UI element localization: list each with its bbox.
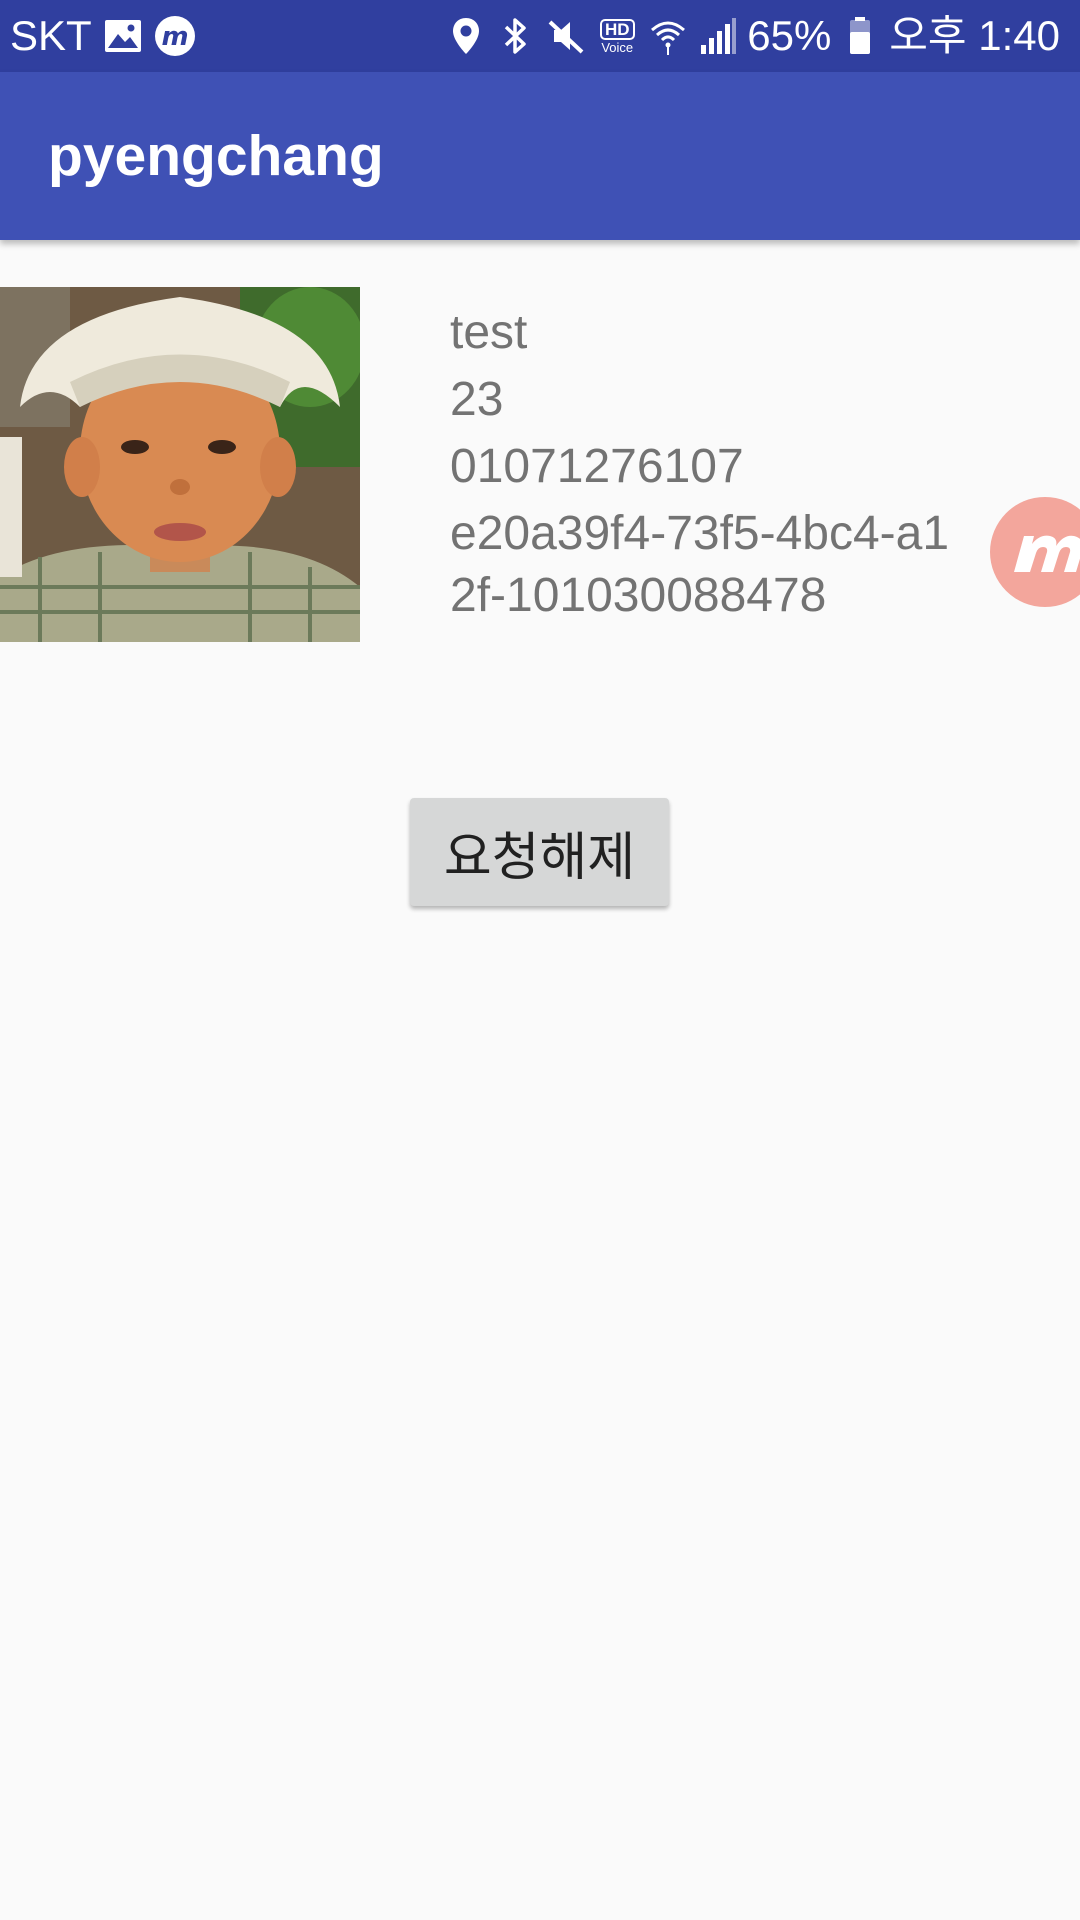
status-bar-left: SKT m [10, 0, 196, 72]
svg-text:m: m [161, 22, 188, 52]
m-app-icon: m [154, 15, 196, 57]
gallery-icon [102, 15, 144, 57]
voice-label: Voice [601, 39, 634, 55]
battery-percent: 65% [747, 12, 832, 59]
profile-photo [0, 287, 360, 642]
status-bar-right: HD Voice 65% 오후 1:40 [445, 0, 1060, 72]
app-bar: pyengchang [0, 72, 1080, 240]
floating-m-app-button[interactable] [990, 497, 1080, 607]
cancel-request-button[interactable]: 요청해제 [410, 798, 669, 906]
status-bar: SKT m HD Voice 65% 오후 1:40 [0, 0, 1080, 72]
wifi-icon [647, 15, 689, 57]
battery-icon [839, 15, 881, 57]
uuid-text: e20a39f4-73f5-4bc4-a12f-101030088478 [450, 507, 950, 622]
m-logo-icon [1014, 535, 1080, 572]
age-text: 23 [450, 373, 504, 426]
profile-info: test 23 01071276107 e20a39f4-73f5-4bc4-a… [450, 302, 970, 632]
signal-icon [697, 15, 739, 57]
carrier-label: SKT [10, 12, 92, 59]
phone-text: 01071276107 [450, 440, 744, 493]
mute-icon [545, 15, 587, 57]
name-text: test [450, 306, 528, 359]
clock: 오후 1:40 [889, 12, 1060, 59]
app-title: pyengchang [48, 124, 384, 188]
bluetooth-icon [495, 15, 537, 57]
location-icon [445, 15, 487, 57]
hd-voice-icon: HD Voice [595, 15, 639, 57]
hd-label: HD [599, 18, 635, 40]
